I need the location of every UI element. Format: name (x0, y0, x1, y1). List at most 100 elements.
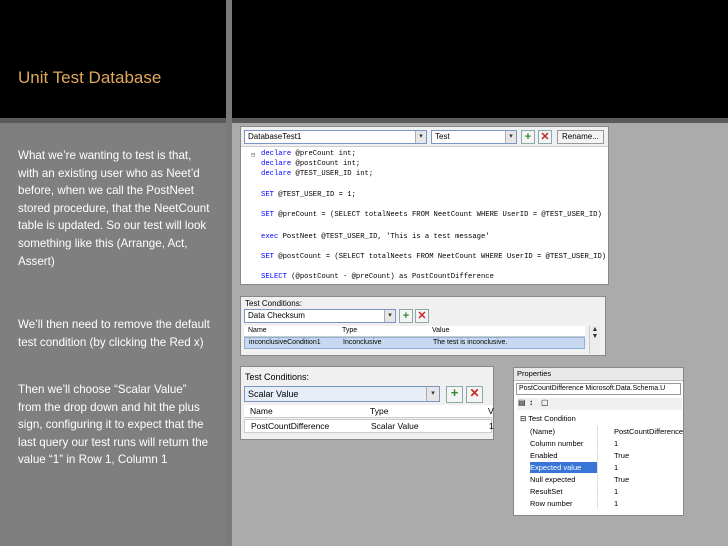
plus-icon: + (402, 310, 410, 322)
categorized-icon[interactable]: ▤ (518, 398, 526, 407)
property-name: Enabled (530, 450, 598, 461)
code-line-1: declare @preCount int; (261, 150, 356, 158)
paragraph-3: Then we’ll choose “Scalar Value” from th… (18, 383, 209, 467)
property-pages-icon[interactable]: ▢ (541, 398, 549, 407)
property-name: Column number (530, 438, 598, 449)
close-icon: ✕ (469, 386, 480, 400)
property-name: (Name) (530, 426, 598, 437)
object-type: Microsoft.Data.Schema.U (585, 385, 666, 392)
close-icon: ✕ (417, 310, 427, 322)
column-name: Name (250, 406, 273, 416)
condition-value: The test is inconclusive. (433, 339, 508, 346)
property-value: True (614, 475, 630, 484)
properties-panel: Properties PostCountDifference Microsoft… (513, 367, 684, 516)
conditions-grid-header: Name Type V (244, 405, 494, 418)
property-row[interactable]: Row number 1 (528, 498, 683, 509)
collapse-icon[interactable]: ⊟ (520, 414, 526, 423)
properties-title: Properties (514, 368, 683, 381)
type-select-value: Test (435, 132, 450, 141)
close-icon: ✕ (540, 131, 550, 143)
test-conditions-label: Test Conditions: (245, 372, 310, 382)
slide-title: Unit Test Database (18, 68, 162, 87)
test-select[interactable]: DatabaseTest1 ▾ (244, 130, 427, 144)
conditions-grid-header: Name Type Value (244, 326, 585, 337)
add-condition-button[interactable]: + (399, 309, 413, 323)
code-line-2: declare @postCount int; (261, 160, 361, 168)
chevron-down-icon: ▾ (426, 387, 439, 401)
code-line-5: SET @preCount = (SELECT totalNeets FROM … (261, 211, 602, 219)
property-name: Row number (530, 498, 598, 509)
condition-type: Scalar Value (371, 421, 419, 431)
condition-value: 1 (489, 421, 494, 431)
property-row[interactable]: Null expected True (528, 474, 683, 485)
test-select-value: DatabaseTest1 (248, 132, 302, 141)
alphabetical-icon[interactable]: ↕ (529, 398, 533, 407)
test-editor-panel: DatabaseTest1 ▾ Test ▾ + ✕ Rename... ⊟ d… (240, 126, 609, 285)
add-condition-button[interactable]: + (446, 386, 463, 403)
column-type: Type (342, 327, 358, 334)
collapse-icon[interactable]: ⊟ (251, 151, 259, 160)
conditions-scrollbar[interactable]: ▲ ▼ (589, 326, 600, 354)
property-value: 1 (614, 463, 619, 472)
property-row[interactable]: (Name) PostCountDifference (528, 426, 683, 437)
property-value: PostCountDifference (614, 427, 684, 436)
property-name: ResultSet (530, 486, 598, 497)
property-row-selected[interactable]: Expected value 1 (528, 462, 683, 473)
property-value: 1 (614, 499, 619, 508)
delete-condition-button[interactable]: ✕ (466, 386, 483, 403)
property-row[interactable]: Enabled True (528, 450, 683, 461)
plus-icon: + (450, 385, 459, 400)
sql-code-editor[interactable]: ⊟ declare @preCount int; declare @postCo… (241, 147, 608, 284)
condition-name: inconclusiveCondition1 (249, 339, 321, 346)
condition-type-value: Data Checksum (248, 311, 305, 320)
properties-title-text: Properties (517, 369, 552, 378)
object-select[interactable]: PostCountDifference Microsoft.Data.Schem… (516, 383, 681, 395)
chevron-down-icon: ▾ (505, 131, 516, 143)
rename-button[interactable]: Rename... (557, 130, 604, 144)
left-title-background (0, 0, 226, 118)
paragraph-1: What we’re wanting to test is that, with… (18, 149, 210, 268)
condition-type-value: Scalar Value (248, 389, 299, 399)
code-line-6: exec PostNeet @TEST_USER_ID, 'This is a … (261, 233, 490, 241)
type-select[interactable]: Test ▾ (431, 130, 517, 144)
test-conditions-label: Test Conditions: (245, 299, 302, 308)
code-line-4: SET @TEST_USER_ID = 1; (261, 191, 356, 199)
delete-condition-button[interactable]: ✕ (415, 309, 429, 323)
condition-row[interactable]: PostCountDifference Scalar Value 1 (244, 419, 494, 433)
add-test-button[interactable]: + (521, 130, 535, 144)
condition-name: PostCountDifference (251, 421, 330, 431)
right-title-background (232, 0, 728, 118)
column-value: V (488, 406, 494, 416)
editor-toolbar: DatabaseTest1 ▾ Test ▾ + ✕ Rename... (241, 127, 608, 147)
property-value: 1 (614, 487, 619, 496)
property-name: Expected value (530, 462, 598, 473)
condition-type-select[interactable]: Data Checksum ▾ (244, 309, 396, 323)
column-name: Name (248, 327, 267, 334)
properties-toolbar: ▤ ↕ ▢ (517, 398, 682, 410)
paragraph-2: We’ll then need to remove the default te… (18, 318, 210, 349)
condition-type-select[interactable]: Scalar Value ▾ (244, 386, 440, 402)
property-name: Null expected (530, 474, 598, 485)
scroll-down-icon[interactable]: ▼ (590, 333, 600, 340)
condition-type: Inconclusive (343, 339, 382, 346)
column-type: Type (370, 406, 389, 416)
delete-test-button[interactable]: ✕ (538, 130, 552, 144)
test-conditions-zoomed-panel: Test Conditions: Scalar Value ▾ + ✕ Name… (240, 366, 494, 440)
scroll-up-icon[interactable]: ▲ (590, 326, 600, 333)
condition-row[interactable]: inconclusiveCondition1 Inconclusive The … (244, 337, 585, 349)
category-test-condition[interactable]: ⊟ Test Condition (520, 414, 576, 423)
chevron-down-icon: ▾ (415, 131, 426, 143)
code-line-7: SET @postCount = (SELECT totalNeets FROM… (261, 253, 607, 261)
category-label: Test Condition (528, 414, 576, 423)
property-value: True (614, 451, 630, 460)
property-value: 1 (614, 439, 619, 448)
column-value: Value (432, 327, 450, 334)
code-line-3: declare @TEST_USER_ID int; (261, 170, 374, 178)
plus-icon: + (524, 131, 532, 143)
chevron-down-icon: ▾ (384, 310, 395, 322)
property-row[interactable]: ResultSet 1 (528, 486, 683, 497)
object-name: PostCountDifference (519, 385, 584, 392)
code-line-8: SELECT (@postCount - @preCount) as PostC… (261, 273, 494, 281)
property-row[interactable]: Column number 1 (528, 438, 683, 449)
test-conditions-panel: Test Conditions: Data Checksum ▾ + ✕ Nam… (240, 296, 606, 356)
